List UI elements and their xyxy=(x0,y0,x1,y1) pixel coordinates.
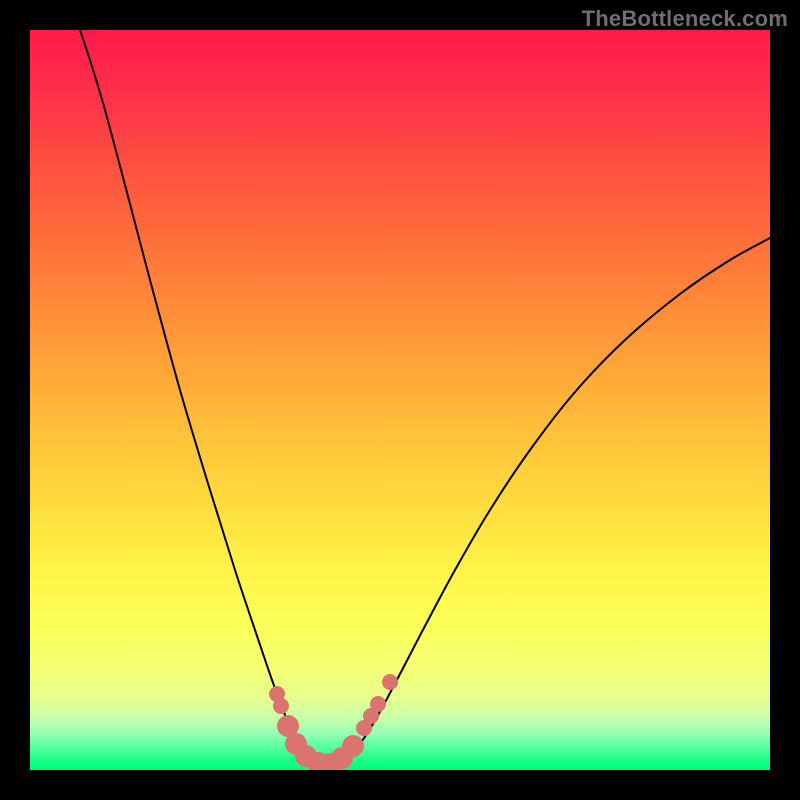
curve-marker xyxy=(273,698,289,714)
marker-group xyxy=(269,674,398,770)
curve-left xyxy=(80,30,326,768)
chart-svg xyxy=(30,30,770,770)
watermark-text: TheBottleneck.com xyxy=(582,6,788,32)
curve-marker xyxy=(382,674,398,690)
curve-marker xyxy=(370,696,386,712)
chart-frame: TheBottleneck.com xyxy=(0,0,800,800)
curve-marker xyxy=(342,735,364,757)
chart-plot-area xyxy=(30,30,770,770)
